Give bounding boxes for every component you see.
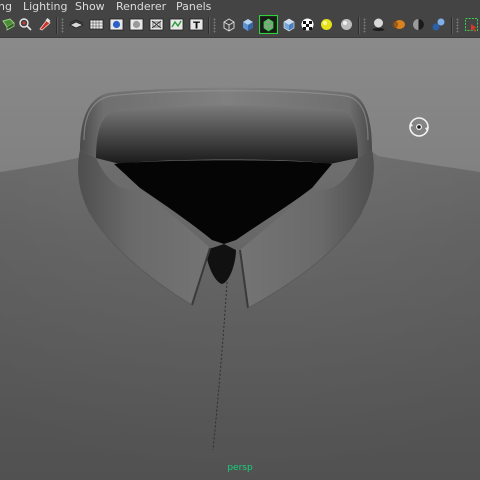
use-all-lights-icon[interactable] (319, 17, 334, 32)
field-chart-icon[interactable] (169, 17, 184, 32)
panel-toolbar: T (0, 14, 480, 38)
shirt-collar-model[interactable] (0, 38, 480, 480)
gate-mask-icon[interactable] (149, 17, 164, 32)
menu-renderer[interactable]: Renderer (116, 0, 166, 13)
textured-icon[interactable] (300, 17, 315, 32)
image-plane-icon[interactable] (69, 17, 84, 32)
toolbar-separator (451, 17, 453, 34)
motion-blur-icon[interactable] (391, 17, 406, 32)
menu-shading-partial[interactable]: ng (0, 0, 12, 13)
smooth-shade-icon[interactable] (240, 17, 255, 32)
menu-lighting[interactable]: Lighting (23, 0, 67, 13)
film-gate-icon[interactable] (109, 17, 124, 32)
menu-panels[interactable]: Panels (176, 0, 211, 13)
menu-show[interactable]: Show (75, 0, 105, 13)
resolution-gate-icon[interactable] (129, 17, 144, 32)
viewport-persp[interactable]: persp (0, 38, 480, 480)
svg-text:T: T (193, 21, 200, 32)
isolate-select-icon[interactable] (464, 17, 479, 32)
toolbar-separator (56, 17, 58, 34)
shadows-icon[interactable] (339, 17, 354, 32)
depth-of-field-icon[interactable] (431, 17, 446, 32)
wireframe-icon[interactable] (221, 17, 236, 32)
toolbar-grip (456, 18, 459, 33)
toolbar-separator (358, 17, 360, 34)
safe-title-icon[interactable]: T (189, 17, 204, 32)
toolbar-separator (208, 17, 210, 34)
grid-icon[interactable] (89, 17, 104, 32)
ambient-occlusion-icon[interactable] (371, 17, 386, 32)
toolbar-grip (213, 18, 216, 33)
panel-menu-bar: ng Lighting Show Renderer Panels (0, 0, 480, 14)
camera-attributes-icon[interactable] (18, 17, 33, 32)
anti-aliasing-icon[interactable] (411, 17, 426, 32)
wireframe-on-shaded-icon[interactable] (259, 15, 278, 34)
xray-icon[interactable] (281, 17, 296, 32)
camera-name-label: persp (227, 463, 253, 473)
select-camera-icon[interactable] (1, 17, 16, 32)
toolbar-grip (363, 18, 366, 33)
tumble-icon[interactable] (406, 114, 432, 140)
bookmark-icon[interactable] (37, 17, 52, 32)
toolbar-grip (61, 18, 64, 33)
